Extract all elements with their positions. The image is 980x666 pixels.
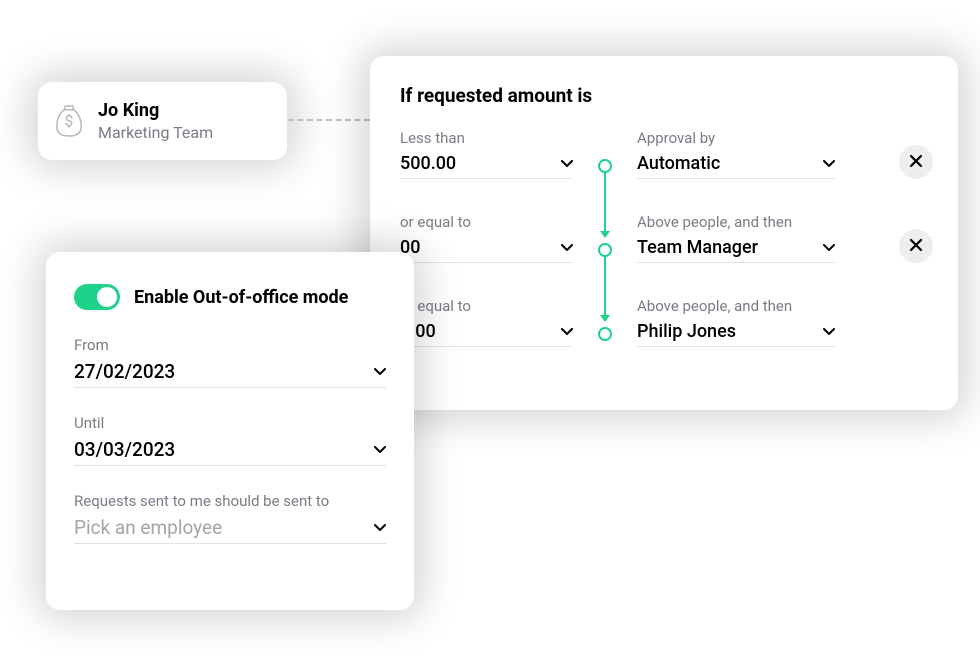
- chevron-down-icon: [823, 244, 835, 252]
- close-icon: [910, 239, 922, 254]
- until-label: Until: [74, 414, 386, 432]
- timeline-node: [595, 153, 615, 179]
- delegate-placeholder: Pick an employee: [74, 516, 222, 539]
- chevron-down-icon: [823, 328, 835, 336]
- approval-flow-card: If requested amount is Less than 500.00 Ap…: [370, 56, 958, 410]
- approver-select[interactable]: Philip Jones: [637, 321, 835, 347]
- delegate-picker[interactable]: Pick an employee: [74, 516, 386, 544]
- chevron-down-icon: [374, 446, 386, 454]
- from-date-picker[interactable]: 27/02/2023: [74, 360, 386, 388]
- out-of-office-card: Enable Out-of-office mode From 27/02/202…: [46, 252, 414, 610]
- until-date-picker[interactable]: 03/03/2023: [74, 438, 386, 466]
- approver-value: Philip Jones: [637, 321, 736, 342]
- ooo-toggle[interactable]: [74, 284, 120, 310]
- condition-select[interactable]: 00: [400, 237, 573, 263]
- user-card: Jo King Marketing Team: [38, 82, 287, 160]
- until-date-value: 03/03/2023: [74, 438, 175, 461]
- ooo-title: Enable Out-of-office mode: [134, 287, 348, 308]
- approver-select[interactable]: Team Manager: [637, 237, 835, 263]
- delegate-label: Requests sent to me should be sent to: [74, 492, 386, 510]
- chevron-down-icon: [561, 160, 573, 168]
- approval-rule-row: or equal to 00 Above people, and then Team …: [400, 213, 934, 263]
- chevron-down-icon: [561, 244, 573, 252]
- user-team: Marketing Team: [98, 123, 213, 142]
- condition-label: Less than: [400, 129, 573, 147]
- chevron-down-icon: [823, 160, 835, 168]
- approver-value: Team Manager: [637, 237, 758, 258]
- close-icon: [910, 155, 922, 170]
- chevron-down-icon: [374, 524, 386, 532]
- from-label: From: [74, 336, 386, 354]
- timeline-node: [595, 237, 615, 263]
- approver-label: Approval by: [637, 129, 835, 147]
- from-date-value: 27/02/2023: [74, 360, 175, 383]
- approver-label: Above people, and then: [637, 297, 835, 315]
- condition-label: or equal to: [400, 297, 573, 315]
- condition-label: or equal to: [400, 213, 573, 231]
- approver-select[interactable]: Automatic: [637, 153, 835, 179]
- condition-select[interactable]: 0.00: [400, 321, 573, 347]
- approver-value: Automatic: [637, 153, 720, 174]
- flow-heading: If requested amount is: [400, 84, 934, 107]
- timeline-node: [595, 321, 615, 347]
- money-bag-icon: [54, 104, 84, 138]
- remove-rule-button[interactable]: [899, 145, 933, 179]
- approval-rule-row: or equal to 0.00 Above people, and then Phi…: [400, 297, 934, 347]
- connector-line: [288, 119, 370, 121]
- condition-value: 500.00: [400, 153, 456, 174]
- approver-label: Above people, and then: [637, 213, 835, 231]
- chevron-down-icon: [374, 368, 386, 376]
- user-name: Jo King: [98, 100, 213, 121]
- chevron-down-icon: [561, 328, 573, 336]
- approval-rule-row: Less than 500.00 Approval by Automatic: [400, 129, 934, 179]
- condition-select[interactable]: 500.00: [400, 153, 573, 179]
- remove-rule-button[interactable]: [899, 229, 933, 263]
